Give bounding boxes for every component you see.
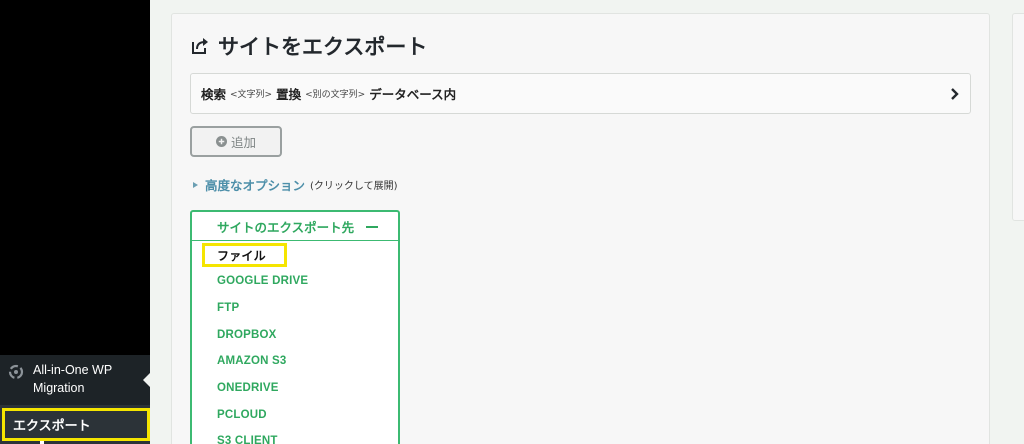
replace-label: 置換 [276,87,302,102]
export-destination-dropdown: サイトのエクスポート先 ファイル GOOGLE DRIVE FTP DROPBO… [190,210,400,444]
export-destination-list: ファイル GOOGLE DRIVE FTP DROPBOX AMAZON S3 … [192,243,398,444]
export-option-ftp[interactable]: FTP [192,295,398,322]
find-replace-toggle[interactable]: 検索 <文字列> 置換 <別の文字列> データベース内 [190,73,971,114]
replace-hint: <別の文字列> [305,90,366,100]
sidebar-subitem-export[interactable]: エクスポート [2,408,150,441]
plugin-logo-icon [8,364,24,380]
export-option-dropbox[interactable]: DROPBOX [192,321,398,348]
export-option-file[interactable]: ファイル [202,243,287,267]
add-button[interactable]: 追加 [190,126,282,157]
export-option-amazon-s3[interactable]: AMAZON S3 [192,348,398,375]
page-title: サイトをエクスポート [190,31,427,61]
side-panel [1012,13,1024,221]
share-export-icon [192,38,208,54]
export-option-onedrive[interactable]: ONEDRIVE [192,375,398,402]
export-option-s3-client[interactable]: S3 CLIENT [192,428,398,444]
export-option-google-drive[interactable]: GOOGLE DRIVE [192,268,398,295]
add-button-label: 追加 [230,135,256,150]
sidebar-item-all-in-one-wp-migration[interactable]: All-in-One WP Migration [0,355,150,405]
page-title-text: サイトをエクスポート [218,35,428,59]
minus-icon [366,226,378,228]
advanced-options-label: 高度なオプション [205,178,306,193]
advanced-options-toggle[interactable]: 高度なオプション (クリックして展開) [193,175,398,194]
export-destination-header[interactable]: サイトのエクスポート先 [192,212,398,241]
plus-circle-icon [215,136,227,147]
sidebar-submenu: エクスポート [0,405,150,444]
export-option-pcloud[interactable]: PCLOUD [192,401,398,428]
triangle-right-icon [193,181,198,188]
scope-label: データベース内 [369,87,457,102]
current-menu-arrow [143,372,151,388]
export-destination-title: サイトのエクスポート先 [217,219,355,235]
advanced-options-hint: (クリックして展開) [310,181,398,192]
find-label: 検索 [201,87,227,102]
chevron-right-icon [951,88,959,100]
sidebar-item-label: All-in-One WP Migration [33,363,112,395]
find-hint: <文字列> [230,90,273,100]
